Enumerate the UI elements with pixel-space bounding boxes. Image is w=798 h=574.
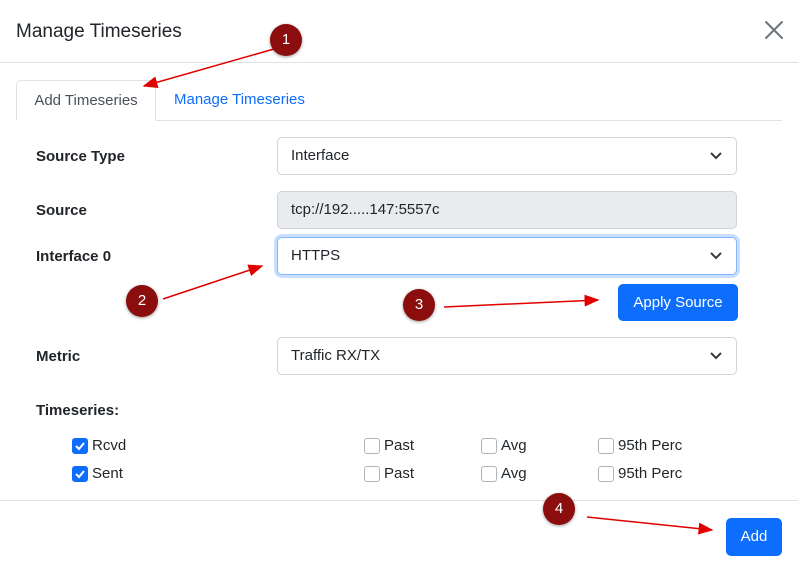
annotation-marker-3: 3 [403,289,435,321]
rcvd-avg-label: Avg [501,437,527,454]
tab-manage-timeseries[interactable]: Manage Timeseries [174,80,305,120]
modal-title: Manage Timeseries [16,21,182,42]
rcvd-avg-checkbox[interactable] [481,438,497,454]
interface-value: HTTPS [291,247,341,264]
interface-label: Interface 0 [36,248,112,265]
modal-footer-divider [0,500,798,501]
sent-label: Sent [92,465,123,482]
close-icon[interactable] [762,18,786,42]
timeseries-label: Timeseries: [36,402,120,419]
arrow-3 [443,294,600,308]
arrow-2 [162,264,264,300]
metric-value: Traffic RX/TX [291,347,381,364]
chevron-down-icon [710,252,722,260]
interface-select[interactable]: HTTPS [277,237,737,275]
rcvd-past-checkbox[interactable] [364,438,380,454]
chevron-down-icon [710,352,722,360]
sent-past-label: Past [384,465,415,482]
rcvd-perc-checkbox[interactable] [598,438,614,454]
sent-past-checkbox[interactable] [364,466,380,482]
rcvd-checkbox[interactable] [72,438,88,454]
annotation-marker-2: 2 [126,285,158,317]
sent-perc-label: 95th Perc [618,465,683,482]
sent-checkbox[interactable] [72,466,88,482]
check-icon [75,470,85,479]
source-value: tcp://192.....147:5557c [291,201,440,218]
tab-add-timeseries[interactable]: Add Timeseries [16,80,156,121]
check-icon [75,442,85,451]
arrow-4 [586,516,714,535]
apply-source-button[interactable]: Apply Source [618,284,738,321]
annotation-marker-1: 1 [270,24,302,56]
rcvd-past-label: Past [384,437,415,454]
sent-avg-checkbox[interactable] [481,466,497,482]
rcvd-perc-label: 95th Perc [618,437,683,454]
metric-label: Metric [36,348,81,365]
add-button[interactable]: Add [726,518,782,556]
sent-avg-label: Avg [501,465,527,482]
metric-select[interactable]: Traffic RX/TX [277,337,737,375]
rcvd-label: Rcvd [92,437,127,454]
source-type-value: Interface [291,147,350,164]
sent-perc-checkbox[interactable] [598,466,614,482]
manage-timeseries-modal: Manage Timeseries Add Timeseries Manage … [0,0,798,574]
source-type-select[interactable]: Interface [277,137,737,175]
source-type-label: Source Type [36,148,125,165]
source-input: tcp://192.....147:5557c [277,191,737,229]
source-label: Source [36,202,87,219]
modal-header: Manage Timeseries [0,0,798,63]
annotation-marker-4: 4 [543,493,575,525]
chevron-down-icon [710,152,722,160]
